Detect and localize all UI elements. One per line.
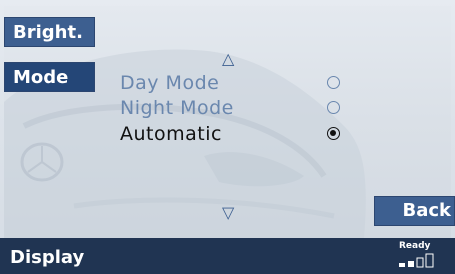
ready-status-text: Ready bbox=[399, 241, 431, 251]
mode-button[interactable]: Mode bbox=[4, 62, 95, 92]
option-day-mode[interactable]: Day Mode bbox=[120, 71, 360, 95]
radio-filled-icon[interactable] bbox=[327, 127, 340, 140]
status-bar-title: Display bbox=[10, 247, 85, 268]
status-bar: Display Ready bbox=[0, 238, 455, 274]
option-label: Automatic bbox=[120, 123, 222, 145]
signal-bar-3 bbox=[416, 257, 424, 268]
display-screen: Bright. Mode △ Day Mode Night Mode Autom… bbox=[0, 0, 455, 274]
option-automatic[interactable]: Automatic bbox=[120, 122, 360, 146]
option-label: Day Mode bbox=[120, 72, 220, 94]
back-button[interactable]: Back bbox=[374, 196, 455, 226]
signal-bar-2 bbox=[408, 261, 414, 267]
scroll-up-arrow-icon[interactable]: △ bbox=[222, 51, 234, 67]
radio-empty-icon[interactable] bbox=[327, 76, 340, 89]
signal-bar-1 bbox=[399, 263, 405, 267]
signal-strength-icon bbox=[399, 253, 434, 268]
brightness-button[interactable]: Bright. bbox=[4, 17, 95, 47]
radio-empty-icon[interactable] bbox=[327, 101, 340, 114]
scroll-down-arrow-icon[interactable]: ▽ bbox=[222, 205, 234, 221]
option-night-mode[interactable]: Night Mode bbox=[120, 96, 360, 120]
signal-bar-4 bbox=[425, 253, 434, 268]
option-label: Night Mode bbox=[120, 97, 234, 119]
